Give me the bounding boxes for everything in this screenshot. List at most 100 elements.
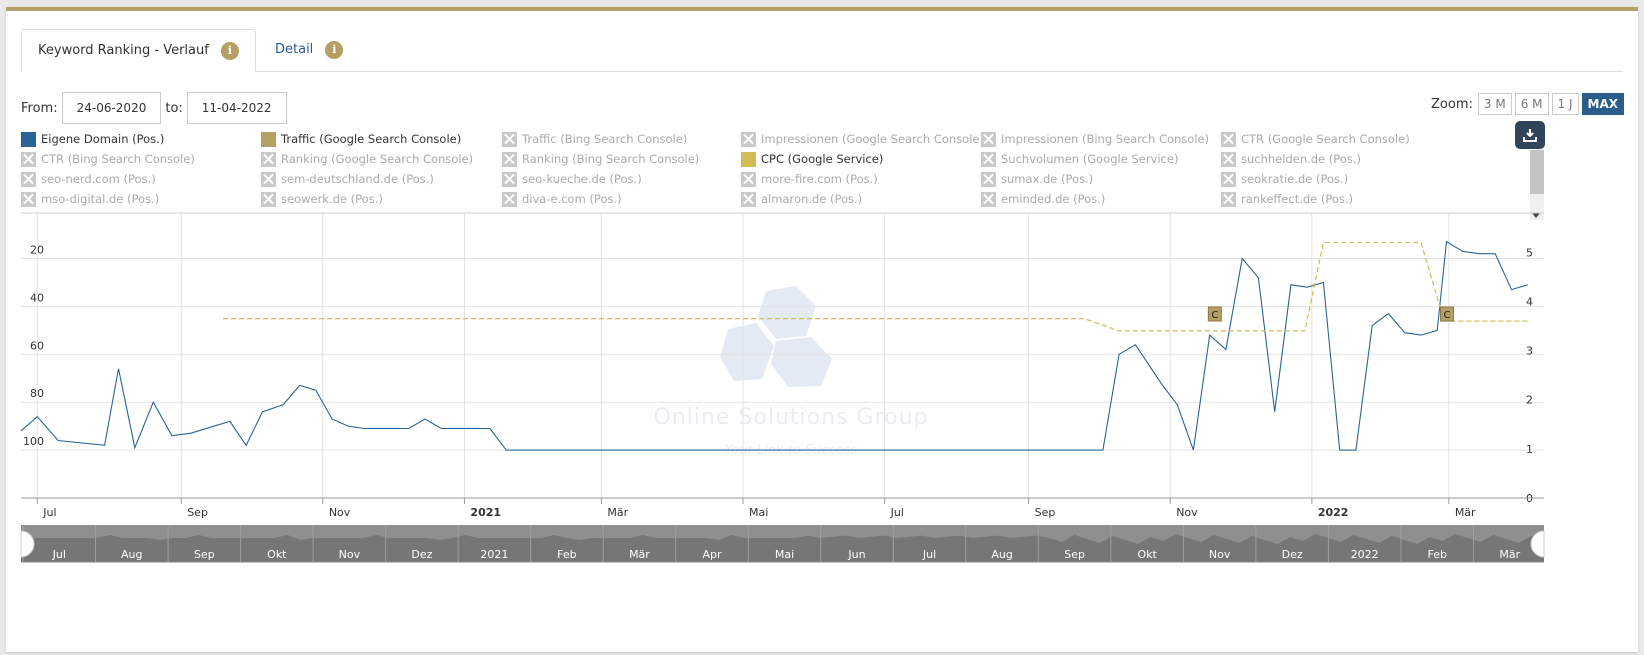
legend-item[interactable]: Impressionen (Bing Search Console) <box>981 130 1209 148</box>
watermark: Online Solutions GroupYour Link to Succe… <box>653 286 928 458</box>
navigator-tick-label: Dez <box>1282 548 1303 561</box>
flag-marker[interactable]: C <box>1207 306 1222 322</box>
legend-item[interactable]: sem-deutschland.de (Pos.) <box>261 170 434 188</box>
from-label: From: <box>21 100 58 116</box>
navigator-tick-label: Sep <box>1064 548 1085 561</box>
y-right-tick-label: 4 <box>1526 295 1533 308</box>
legend-item[interactable]: Impressionen (Google Search Console) <box>741 130 984 148</box>
disabled-x-icon <box>502 171 517 187</box>
navigator-tick-label: Dez <box>411 548 432 561</box>
disabled-x-icon <box>981 191 996 207</box>
watermark-title: Online Solutions Group <box>653 405 928 430</box>
zoom-3m-button[interactable]: 3 M <box>1477 93 1512 115</box>
legend-item[interactable]: Traffic (Google Search Console) <box>261 130 461 148</box>
legend-swatch <box>261 131 276 147</box>
x-tick-label: Sep <box>1035 506 1056 519</box>
legend-item[interactable]: Suchvolumen (Google Service) <box>981 150 1178 168</box>
x-tick-label: Nov <box>1176 506 1198 519</box>
y-right-tick-label: 5 <box>1526 246 1533 259</box>
legend-item[interactable]: CTR (Bing Search Console) <box>21 150 195 168</box>
legend-item[interactable]: seokratie.de (Pos.) <box>1221 170 1348 188</box>
disabled-x-icon <box>21 191 36 207</box>
legend-item[interactable]: more-fire.com (Pos.) <box>741 170 878 188</box>
disabled-x-icon <box>741 171 756 187</box>
navigator-tick-label: Aug <box>991 548 1012 561</box>
tab-detail[interactable]: Detail i <box>259 29 359 70</box>
y-right-tick-label: 1 <box>1526 443 1533 456</box>
legend-label: Impressionen (Google Search Console) <box>761 132 984 146</box>
legend-item[interactable]: suchhelden.de (Pos.) <box>1221 150 1361 168</box>
legend-label: CPC (Google Service) <box>761 152 884 166</box>
to-date-input[interactable]: 11-04-2022 <box>186 92 287 124</box>
download-button[interactable] <box>1515 121 1545 149</box>
legend-label: almaron.de (Pos.) <box>761 192 863 206</box>
legend-label: CTR (Bing Search Console) <box>41 152 195 166</box>
legend-item[interactable]: CPC (Google Service) <box>741 150 883 168</box>
legend-item[interactable]: CTR (Google Search Console) <box>1221 130 1410 148</box>
disabled-x-icon <box>981 151 996 167</box>
legend-swatch <box>741 151 756 167</box>
x-tick-label: 2022 <box>1318 506 1349 519</box>
from-date-input[interactable]: 24-06-2020 <box>61 92 162 124</box>
legend-item[interactable]: eminded.de (Pos.) <box>981 190 1105 208</box>
navigator-tick-label: Feb <box>1427 548 1446 561</box>
legend-label: seokratie.de (Pos.) <box>1241 172 1349 186</box>
zoom-max-button[interactable]: MAX <box>1581 93 1624 115</box>
to-label: to: <box>165 100 183 116</box>
disabled-x-icon <box>21 151 36 167</box>
legend-label: seo-nerd.com (Pos.) <box>41 172 156 186</box>
legend-label: suchhelden.de (Pos.) <box>1241 152 1361 166</box>
legend-item[interactable]: mso-digital.de (Pos.) <box>21 190 159 208</box>
legend-item[interactable]: rankeffect.de (Pos.) <box>1221 190 1353 208</box>
legend-item[interactable]: Ranking (Bing Search Console) <box>502 150 699 168</box>
disabled-x-icon <box>1221 151 1236 167</box>
cpc-series-line <box>223 241 1528 332</box>
legend-label: sumax.de (Pos.) <box>1001 172 1094 186</box>
keyword-ranking-panel: Keyword Ranking - Verlauf i Detail i Fro… <box>6 7 1638 652</box>
legend-label: eminded.de (Pos.) <box>1001 192 1106 206</box>
legend-label: seowerk.de (Pos.) <box>281 192 383 206</box>
disabled-x-icon <box>261 151 276 167</box>
legend: Eigene Domain (Pos.) Traffic (Google Sear… <box>21 130 1529 212</box>
flag-marker[interactable]: C <box>1439 306 1454 322</box>
x-tick-label: Sep <box>187 506 208 519</box>
disabled-x-icon <box>261 191 276 207</box>
tab-label: Keyword Ranking - Verlauf <box>38 43 209 58</box>
legend-scrollbar[interactable] <box>1530 138 1544 220</box>
legend-item[interactable]: seowerk.de (Pos.) <box>261 190 383 208</box>
legend-label: CTR (Google Search Console) <box>1241 132 1410 146</box>
legend-item[interactable]: seo-nerd.com (Pos.) <box>21 170 156 188</box>
legend-item[interactable]: sumax.de (Pos.) <box>981 170 1093 188</box>
legend-label: Ranking (Google Search Console) <box>281 152 474 166</box>
disabled-x-icon <box>1221 191 1236 207</box>
x-tick-label: Mai <box>749 506 768 519</box>
legend-item[interactable]: Traffic (Bing Search Console) <box>502 130 687 148</box>
legend-label: mso-digital.de (Pos.) <box>41 192 160 206</box>
zoom-6m-button[interactable]: 6 M <box>1514 93 1549 115</box>
tab-keyword-ranking-verlauf[interactable]: Keyword Ranking - Verlauf i <box>21 29 256 72</box>
scroll-thumb[interactable] <box>1530 150 1544 194</box>
x-tick-label: Jul <box>42 506 56 519</box>
info-icon[interactable]: i <box>325 40 344 59</box>
legend-item[interactable]: Eigene Domain (Pos.) <box>21 130 164 148</box>
info-icon[interactable]: i <box>220 41 239 60</box>
y-right-tick-label: 2 <box>1526 394 1533 407</box>
navigator-tick-label: Okt <box>1137 548 1157 561</box>
disabled-x-icon <box>502 131 517 147</box>
disabled-x-icon <box>502 151 517 167</box>
legend-item[interactable]: seo-kueche.de (Pos.) <box>502 170 642 188</box>
navigator-tick-label: Aug <box>121 548 142 561</box>
legend-item[interactable]: Ranking (Google Search Console) <box>261 150 473 168</box>
legend-item[interactable]: diva-e.com (Pos.) <box>502 190 622 208</box>
legend-label: more-fire.com (Pos.) <box>761 172 878 186</box>
legend-item[interactable]: almaron.de (Pos.) <box>741 190 862 208</box>
x-tick-label: Nov <box>329 506 351 519</box>
legend-label: Suchvolumen (Google Service) <box>1001 152 1179 166</box>
ranking-chart: Online Solutions GroupYour Link to Succe… <box>20 212 1545 563</box>
navigator-tick-label: Mai <box>775 548 794 561</box>
navigator-tick-label: Apr <box>702 548 722 561</box>
legend-swatch <box>21 131 36 147</box>
disabled-x-icon <box>1221 131 1236 147</box>
navigator-tick-label: Sep <box>194 548 215 561</box>
zoom-1j-button[interactable]: 1 J <box>1551 93 1579 115</box>
